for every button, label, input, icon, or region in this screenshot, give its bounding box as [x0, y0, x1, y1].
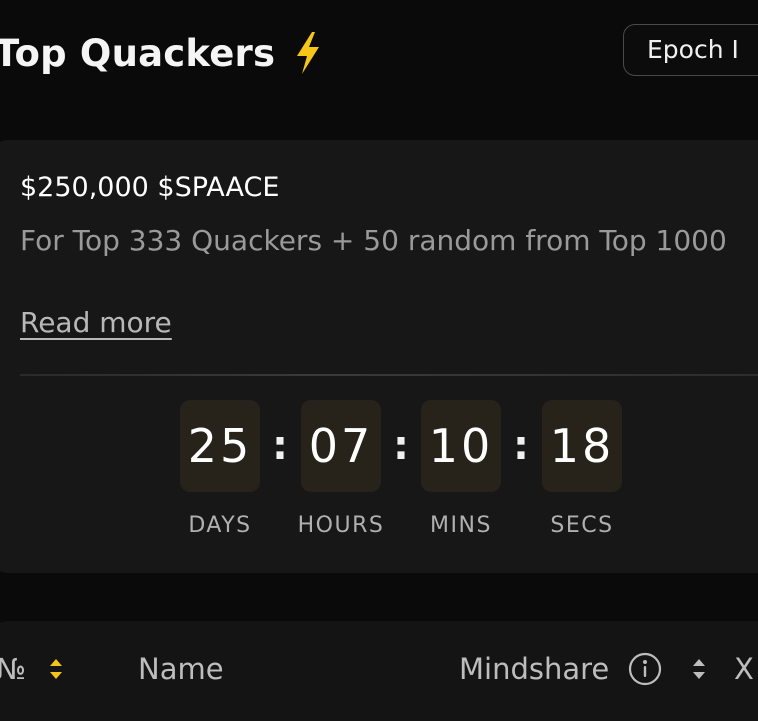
countdown-hours: 07 [301, 400, 381, 492]
sort-icon[interactable] [48, 656, 64, 682]
rank-column-header[interactable]: № [0, 650, 26, 688]
info-icon[interactable] [628, 652, 662, 686]
countdown-separator: : [393, 423, 409, 469]
name-column-header[interactable]: Name [138, 650, 224, 688]
reward-description: For Top 333 Quackers + 50 random from To… [20, 224, 727, 257]
lightning-bolt-icon [297, 32, 320, 74]
epoch-selector-button[interactable]: Epoch I [623, 24, 758, 76]
countdown-separator: : [272, 423, 288, 469]
page-header: Top Quackers [0, 26, 323, 80]
countdown-secs: 18 [542, 400, 622, 492]
reward-card [0, 140, 758, 573]
page-title: Top Quackers [0, 31, 276, 75]
card-divider [20, 374, 758, 376]
mindshare-column-header[interactable]: Mindshare [459, 650, 609, 688]
countdown-secs-label: SECS [550, 513, 614, 538]
countdown-separator: : [513, 423, 529, 469]
countdown-days: 25 [180, 400, 260, 492]
countdown-mins-label: MINS [430, 513, 492, 538]
countdown-mins: 10 [421, 400, 501, 492]
read-more-link[interactable]: Read more [20, 306, 172, 339]
x-column-header[interactable]: X [734, 650, 754, 688]
sort-icon[interactable] [691, 656, 707, 682]
countdown-hours-label: HOURS [297, 513, 385, 538]
countdown-days-label: DAYS [188, 513, 252, 538]
reward-amount: $250,000 $SPAACE [20, 172, 280, 203]
